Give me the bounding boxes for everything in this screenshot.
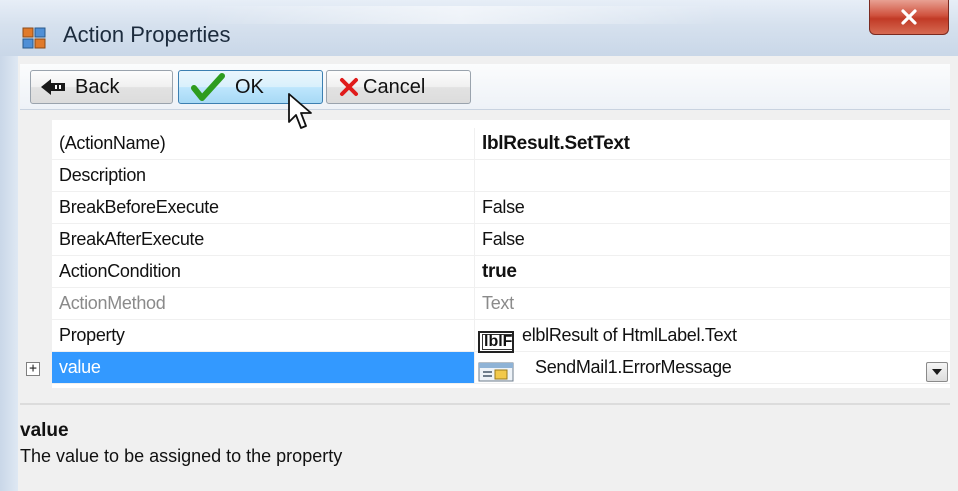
help-panel: value The value to be assigned to the pr…: [20, 410, 950, 491]
toolbar: Back OK Cancel: [20, 64, 950, 110]
property-value[interactable]: False: [482, 197, 525, 218]
title-bar: Action Properties: [0, 0, 958, 56]
cancel-label: Cancel: [363, 75, 426, 98]
chevron-down-icon: [932, 369, 942, 375]
back-label: Back: [75, 75, 120, 98]
ok-label: OK: [235, 75, 264, 98]
back-arrow-icon: [41, 79, 65, 95]
property-name: Property: [59, 325, 125, 345]
property-grid: (ActionName) lblResult.SetText Descripti…: [20, 120, 950, 388]
property-value-icon: [478, 362, 514, 382]
property-row-description[interactable]: Description: [52, 160, 950, 192]
property-value[interactable]: true: [482, 261, 517, 283]
property-name: Description: [59, 165, 146, 185]
property-name: (ActionName): [59, 133, 166, 153]
property-name: ActionMethod: [59, 293, 166, 313]
value-dropdown-button[interactable]: [926, 362, 948, 382]
html-label-icon: lblF: [478, 331, 514, 353]
mouse-cursor-icon: [288, 93, 312, 129]
close-icon: [901, 9, 917, 25]
property-name: value: [59, 357, 101, 377]
property-name: BreakAfterExecute: [59, 229, 204, 249]
back-button[interactable]: Back: [30, 70, 173, 104]
red-x-icon: [340, 78, 358, 96]
property-value[interactable]: lblResult.SetText: [482, 133, 630, 155]
property-row-breakbeforeexecute[interactable]: BreakBeforeExecute False: [52, 192, 950, 224]
property-value[interactable]: elblResult of HtmlLabel.Text: [522, 325, 737, 346]
property-value[interactable]: SendMail1.ErrorMessage: [535, 357, 732, 378]
property-row-actionname[interactable]: (ActionName) lblResult.SetText: [52, 128, 950, 160]
property-row-actionmethod[interactable]: ActionMethod Text: [52, 288, 950, 320]
property-name: ActionCondition: [59, 261, 181, 281]
property-name: BreakBeforeExecute: [59, 197, 219, 217]
action-properties-window: Action Properties Back OK Cancel (Action…: [0, 0, 958, 491]
property-row-actioncondition[interactable]: ActionCondition true: [52, 256, 950, 288]
property-row-breakafterexecute[interactable]: BreakAfterExecute False: [52, 224, 950, 256]
property-value[interactable]: False: [482, 229, 525, 250]
app-window-icon: [22, 27, 46, 49]
green-checkmark-icon: [191, 73, 225, 101]
close-button[interactable]: [869, 0, 949, 35]
cancel-button[interactable]: Cancel: [326, 70, 471, 104]
help-description: The value to be assigned to the property: [20, 446, 343, 466]
expand-icon[interactable]: +: [26, 362, 40, 376]
help-title: value: [20, 420, 69, 441]
property-value: Text: [482, 293, 514, 313]
window-title: Action Properties: [63, 22, 231, 47]
selection-highlight: [52, 352, 474, 383]
